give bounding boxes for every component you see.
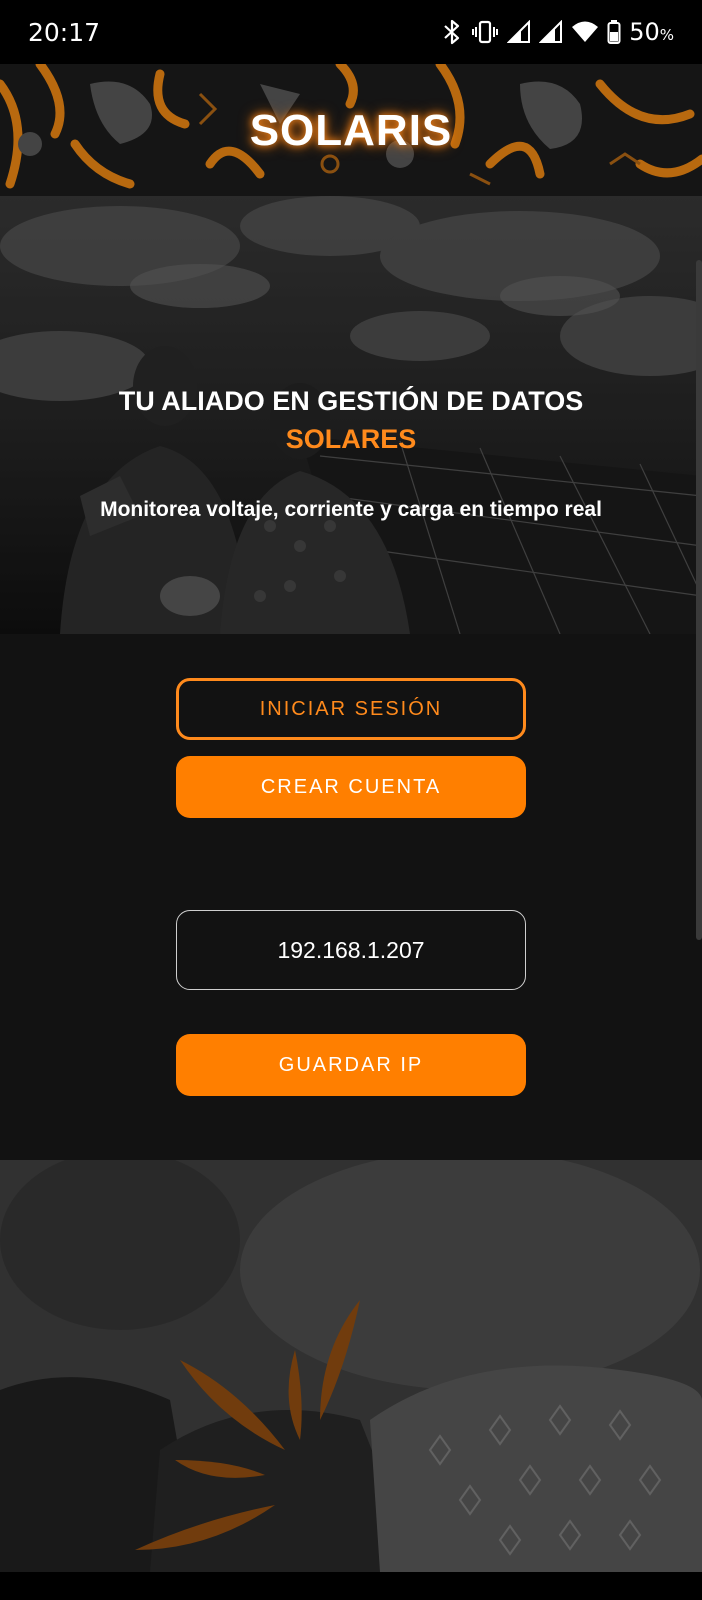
save-ip-button[interactable]: GUARDAR IP <box>176 1034 526 1096</box>
ip-address-input[interactable] <box>176 910 526 990</box>
scrollbar[interactable] <box>696 260 702 940</box>
signal-icon <box>539 20 563 43</box>
login-button[interactable]: INICIAR SESIÓN <box>176 678 526 740</box>
wifi-icon <box>572 21 599 42</box>
status-icons: 50% <box>441 18 674 46</box>
battery-icon <box>607 20 621 44</box>
action-panel: INICIAR SESIÓN CREAR CUENTA GUARDAR IP <box>0 634 702 1160</box>
navigation-bar <box>0 1572 702 1600</box>
signal-icon <box>507 20 531 43</box>
hero-title-line1: TU ALIADO EN GESTIÓN DE DATOS <box>118 386 584 416</box>
bottom-background-image <box>0 1160 702 1572</box>
app-title: SOLARIS <box>249 106 453 155</box>
bottom-image <box>0 1160 702 1572</box>
vibrate-icon <box>472 20 499 44</box>
status-time: 20:17 <box>28 17 101 47</box>
create-account-button[interactable]: CREAR CUENTA <box>176 756 526 818</box>
bluetooth-icon <box>444 19 460 45</box>
hero-title: TU ALIADO EN GESTIÓN DE DATOS SOLARES <box>0 382 702 458</box>
battery-text: 50% <box>629 18 674 46</box>
hero-section: TU ALIADO EN GESTIÓN DE DATOS SOLARES Mo… <box>0 196 702 634</box>
hero-title-accent: SOLARES <box>285 424 417 454</box>
header-banner: SOLARIS <box>0 64 702 196</box>
status-bar: 20:17 50% <box>0 0 702 64</box>
hero-subtitle: Monitorea voltaje, corriente y carga en … <box>100 498 602 521</box>
